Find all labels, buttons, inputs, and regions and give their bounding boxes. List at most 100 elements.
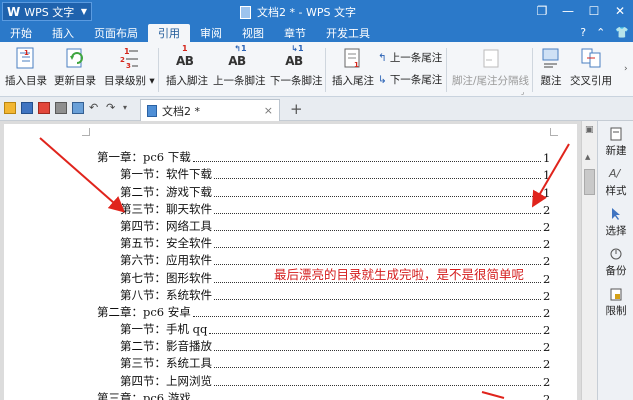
arrow-to-toc-right [531, 143, 570, 208]
dialog-launcher-icon[interactable]: ⌟ [521, 88, 524, 96]
app-menu-button[interactable]: W WPS 文字 ▼ [2, 2, 92, 21]
maximize-icon[interactable]: ☐ [581, 0, 607, 22]
tab-references[interactable]: 引用 [148, 24, 190, 42]
scrollbar-thumb[interactable] [584, 169, 595, 195]
tab-review[interactable]: 审阅 [190, 24, 232, 42]
menu-right-icons: ? ⌃ 👕 [580, 26, 629, 39]
document-page[interactable]: 第一章：pc6 下载 1 第一节：软件下载 1 第二节：游戏下载 1 第三节：聊天软件… [4, 124, 577, 400]
insert-endnote-label: 插入尾注 [332, 75, 374, 87]
prev-endnote-button[interactable]: ↰ 上一条尾注 [378, 50, 442, 65]
customize-chevron-icon[interactable]: ▾ [123, 102, 135, 114]
close-tab-icon[interactable]: × [264, 104, 273, 117]
prev-footnote-icon: ↰1 AB [228, 44, 247, 68]
document-icon [240, 5, 251, 19]
undo-icon[interactable]: ↶ [89, 102, 101, 114]
ribbon-separator [446, 48, 447, 92]
document-tab[interactable]: 文档2 * × [140, 99, 280, 121]
new-button[interactable]: 新建 [598, 127, 633, 158]
toc-level-text: 目录级别 [104, 75, 146, 87]
window-title-text: 文档2 * - WPS 文字 [257, 6, 356, 19]
export-pdf-icon[interactable] [38, 102, 50, 114]
next-footnote-button[interactable]: ↳1 AB 下一条脚注 [270, 44, 323, 88]
list-level-icon: 123 [118, 46, 140, 70]
task-pane: 新建 A/ 样式 选择 备份 限制 [597, 121, 633, 400]
update-toc-label: 更新目录 [54, 75, 96, 87]
cursor-icon [612, 208, 620, 220]
insert-footnote-label: 插入脚注 [166, 75, 208, 87]
restore-icon[interactable]: ❐ [529, 0, 555, 22]
collapse-ribbon-icon[interactable]: ⌃ [596, 26, 605, 39]
cross-reference-label: 交叉引用 [570, 75, 612, 87]
separator-line-icon [480, 46, 502, 70]
insert-toc-button[interactable]: 1 插入目录 [5, 46, 47, 88]
ribbon-separator [158, 48, 159, 92]
annotation-text: 最后漂亮的目录就生成完啦，是不是很简单呢 [274, 267, 525, 282]
refresh-icon [64, 46, 86, 70]
footnote-separator-button[interactable]: 脚注/尾注分隔线 [452, 46, 529, 88]
svg-text:1: 1 [354, 61, 359, 69]
arrow-bottom-partial [481, 391, 505, 399]
limit-button[interactable]: 限制 [598, 287, 633, 318]
toc-level-label: 目录级别 ▾ [104, 73, 155, 88]
cross-reference-button[interactable]: 交叉引用 [570, 46, 612, 88]
prev-footnote-button[interactable]: ↰1 AB 上一条脚注 [213, 44, 266, 88]
print-preview-icon[interactable] [72, 102, 84, 114]
next-footnote-icon: ↳1 AB [285, 44, 304, 68]
svg-text:2: 2 [120, 56, 125, 64]
insert-footnote-button[interactable]: 1 AB 插入脚注 [166, 44, 208, 88]
tab-view[interactable]: 视图 [232, 24, 274, 42]
toc-level-button[interactable]: 123 目录级别 ▾ [104, 46, 155, 88]
endnote-icon: 1 [342, 46, 364, 70]
svg-text:3: 3 [126, 62, 131, 70]
save-icon[interactable] [21, 102, 33, 114]
tab-insert[interactable]: 插入 [42, 24, 84, 42]
tab-page-layout[interactable]: 页面布局 [84, 24, 148, 42]
document-area: 第一章：pc6 下载 1 第一节：软件下载 1 第二节：游戏下载 1 第三节：聊天软件… [0, 121, 580, 400]
style-label: 样式 [605, 185, 627, 197]
ribbon-references: 1 插入目录 更新目录 123 目录级别 ▾ 1 AB 插入脚注 ↰1 AB 上一条… [0, 42, 633, 97]
minimize-icon[interactable]: — [555, 0, 581, 22]
style-button[interactable]: A/ 样式 [598, 167, 633, 198]
window-title: 文档2 * - WPS 文字 [240, 4, 356, 20]
toc-icon: 1 [15, 46, 37, 70]
insert-endnote-button[interactable]: 1 插入尾注 [332, 46, 374, 88]
ribbon-separator [532, 48, 533, 92]
footnote-separator-label: 脚注/尾注分隔线 [452, 75, 530, 87]
vertical-scrollbar[interactable]: ▣ ▲ [581, 121, 597, 400]
next-endnote-label: 下一条尾注 [389, 74, 443, 86]
tab-section[interactable]: 章节 [274, 24, 316, 42]
quick-access-icons: ↶ ↷ ▾ [4, 102, 135, 114]
prev-endnote-label: 上一条尾注 [389, 52, 443, 64]
open-folder-icon[interactable] [4, 102, 16, 114]
caption-button[interactable]: 题注 [540, 46, 562, 88]
next-footnote-label: 下一条脚注 [270, 75, 323, 87]
backup-label: 备份 [605, 265, 627, 277]
select-label: 选择 [605, 225, 627, 237]
document-tab-title: 文档2 * [162, 104, 200, 118]
caption-icon [540, 46, 562, 70]
redo-icon[interactable]: ↷ [106, 102, 118, 114]
close-icon[interactable]: ✕ [607, 0, 633, 22]
new-label: 新建 [605, 145, 627, 157]
help-icon[interactable]: ? [580, 26, 586, 39]
limit-label: 限制 [605, 305, 627, 317]
new-tab-icon[interactable]: + [290, 100, 303, 118]
select-button[interactable]: 选择 [598, 207, 633, 238]
scroll-up-icon[interactable]: ▲ [585, 153, 590, 161]
backup-button[interactable]: 备份 [598, 247, 633, 278]
tab-start[interactable]: 开始 [0, 24, 42, 42]
ruler-toggle-icon[interactable]: ▣ [585, 125, 594, 135]
chevron-down-icon: ▼ [80, 7, 87, 16]
skin-icon[interactable]: 👕 [615, 26, 629, 39]
svg-text:1: 1 [24, 49, 29, 57]
tab-developer[interactable]: 开发工具 [316, 24, 380, 42]
backup-icon [610, 248, 622, 260]
wps-logo: W [7, 4, 21, 19]
ribbon-separator [325, 48, 326, 92]
word-document-icon [147, 104, 157, 117]
next-endnote-button[interactable]: ↳ 下一条尾注 [378, 72, 442, 87]
print-icon[interactable] [55, 102, 67, 114]
ribbon-scroll-right-icon[interactable]: › [624, 64, 628, 74]
annotation-arrows [39, 137, 570, 399]
update-toc-button[interactable]: 更新目录 [54, 46, 96, 88]
